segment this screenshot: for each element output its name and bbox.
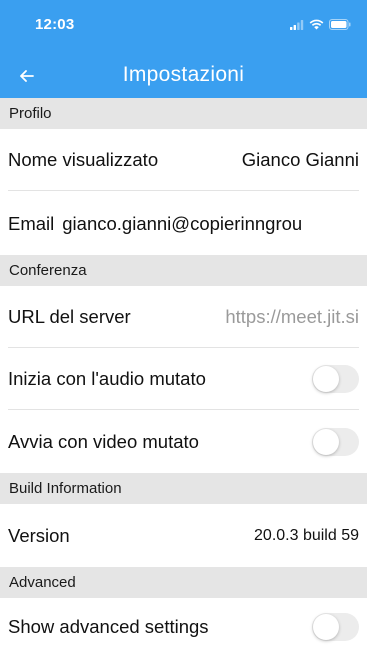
email-field[interactable]: gianco.gianni@copierinngrou — [62, 213, 359, 235]
start-video-muted-row[interactable]: Avvia con video mutato — [8, 411, 359, 473]
version-row: Version 20.0.3 build 59 — [8, 504, 359, 567]
battery-icon — [329, 17, 351, 35]
display-name-field[interactable]: Gianco Gianni — [242, 149, 359, 171]
signal-icon — [290, 17, 304, 35]
display-name-row[interactable]: Nome visualizzato Gianco Gianni — [8, 129, 359, 191]
show-advanced-label: Show advanced settings — [8, 615, 209, 637]
show-advanced-toggle[interactable] — [312, 612, 359, 641]
server-url-row[interactable]: URL del server https://meet.jit.si — [8, 286, 359, 348]
email-label: Email — [8, 212, 55, 234]
server-url-label: URL del server — [8, 305, 131, 327]
version-value: 20.0.3 build 59 — [254, 526, 359, 544]
toggle-knob — [313, 613, 339, 640]
start-video-muted-toggle[interactable] — [312, 428, 359, 456]
start-audio-muted-label: Inizia con l'audio mutato — [8, 368, 206, 389]
toggle-knob — [313, 366, 339, 392]
status-time: 12:03 — [35, 16, 75, 33]
display-name-label: Nome visualizzato — [8, 148, 159, 170]
page-title: Impostazioni — [122, 63, 245, 86]
status-bar: 12:03 — [0, 0, 367, 53]
section-header-profile: Profilo — [0, 98, 367, 129]
show-advanced-row[interactable]: Show advanced settings — [8, 598, 359, 655]
settings-screen: 12:03 Impostazioni Profilo Nome visualiz… — [0, 0, 367, 655]
email-row[interactable]: Email gianco.gianni@copierinngrou — [8, 192, 359, 255]
start-audio-muted-row[interactable]: Inizia con l'audio mutato — [8, 349, 359, 410]
start-audio-muted-toggle[interactable] — [312, 365, 359, 393]
toggle-knob — [313, 429, 339, 455]
section-header-build-information: Build Information — [0, 473, 367, 504]
wifi-icon — [309, 17, 324, 35]
section-header-advanced: Advanced — [0, 567, 367, 598]
server-url-field[interactable]: https://meet.jit.si — [225, 306, 359, 328]
status-icons — [290, 17, 351, 35]
start-video-muted-label: Avvia con video mutato — [8, 431, 199, 452]
section-header-conference: Conferenza — [0, 255, 367, 286]
nav-bar: Impostazioni — [0, 53, 367, 98]
version-label: Version — [8, 524, 70, 546]
